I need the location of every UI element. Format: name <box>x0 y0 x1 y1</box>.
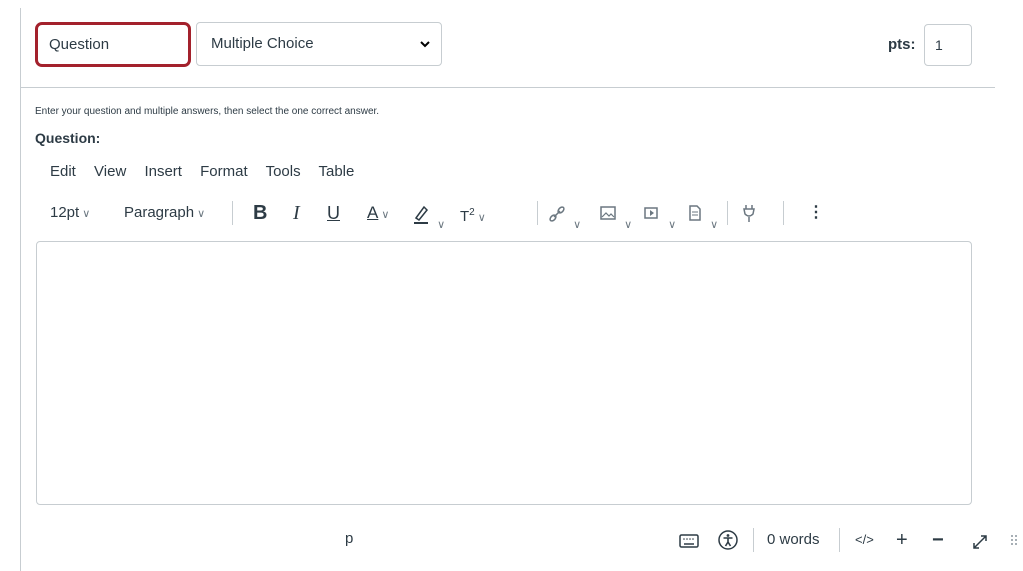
chevron-down-icon: ∨ <box>381 209 390 221</box>
expand-icon <box>971 535 989 556</box>
word-count[interactable]: 0 words <box>767 528 820 552</box>
image-button[interactable]: ∨ <box>599 198 633 231</box>
menu-table[interactable]: Table <box>319 163 355 180</box>
question-instructions: Enter your question and multiple answers… <box>35 106 380 117</box>
chevron-down-icon: ∨ <box>197 208 206 220</box>
block-format-value: Paragraph <box>124 204 195 221</box>
points-input[interactable] <box>924 24 972 66</box>
keyboard-icon <box>679 534 699 556</box>
question-type-select[interactable]: Multiple Choice <box>196 22 442 66</box>
chevron-down-icon: ∨ <box>82 208 91 220</box>
chevron-down-icon <box>419 23 431 82</box>
cropped-header <box>0 0 1023 8</box>
menu-edit[interactable]: Edit <box>50 163 76 180</box>
apps-plugin-icon <box>740 205 758 232</box>
question-left-border <box>20 8 21 571</box>
accessibility-checker-button[interactable] <box>717 528 739 552</box>
plus-icon: + <box>896 529 908 551</box>
editor-statusbar: p 0 words </> + − <box>36 520 1017 560</box>
italic-icon: I <box>293 202 300 224</box>
document-icon <box>687 205 707 232</box>
image-icon <box>599 206 621 232</box>
media-button[interactable]: ∨ <box>643 198 677 231</box>
highlight-color-button[interactable]: ∨ <box>412 198 446 231</box>
drag-handle-icon <box>1010 535 1018 556</box>
bold-icon: B <box>253 202 268 224</box>
underline-button[interactable]: U <box>327 198 340 228</box>
italic-button[interactable]: I <box>293 198 300 228</box>
superscript-icon: T2 <box>460 207 475 225</box>
minus-icon: − <box>932 529 944 551</box>
question-title-input[interactable] <box>35 22 191 67</box>
chevron-down-icon: ∨ <box>710 219 719 231</box>
apps-button[interactable] <box>740 198 758 228</box>
highlight-color-icon <box>412 205 434 232</box>
text-color-icon: A <box>367 203 379 222</box>
accessibility-icon <box>717 530 739 556</box>
document-button[interactable]: ∨ <box>687 198 719 231</box>
editor-menubar: Edit View Insert Format Tools Table <box>50 163 368 180</box>
toolbar-divider <box>232 201 233 225</box>
menu-view[interactable]: View <box>94 163 126 180</box>
link-icon <box>548 206 570 232</box>
statusbar-divider <box>753 528 754 552</box>
media-icon <box>643 207 665 232</box>
chevron-down-icon: ∨ <box>573 219 582 231</box>
font-size-value: 12pt <box>50 204 80 221</box>
superscript-button[interactable]: T2 ∨ <box>460 198 486 228</box>
menu-format[interactable]: Format <box>200 163 248 180</box>
chevron-down-icon: ∨ <box>437 219 446 231</box>
resize-handle[interactable] <box>1010 528 1018 552</box>
menu-insert[interactable]: Insert <box>144 163 182 180</box>
editor-toolbar: 12pt ∨ Paragraph ∨ B I U A ∨ ∨ T2 ∨ ∨ ∨ … <box>50 198 930 231</box>
toolbar-divider <box>537 201 538 225</box>
points-label: pts: <box>888 36 916 53</box>
toolbar-divider <box>783 201 784 225</box>
chevron-down-icon: ∨ <box>477 212 486 224</box>
question-text-editor[interactable] <box>36 241 972 505</box>
quiz-question-editor: Multiple Choice pts: Enter your question… <box>0 0 1023 571</box>
keyboard-shortcuts-button[interactable] <box>679 528 699 552</box>
block-format-dropdown[interactable]: Paragraph ∨ <box>124 198 205 228</box>
element-path[interactable]: p <box>345 530 353 547</box>
bold-button[interactable]: B <box>253 198 267 228</box>
question-type-value: Multiple Choice <box>211 35 314 52</box>
underline-icon: U <box>327 203 340 223</box>
more-options-icon: ⋮ <box>808 204 824 221</box>
question-label: Question: <box>35 130 101 146</box>
more-options-button[interactable]: ⋮ <box>808 198 824 228</box>
text-color-button[interactable]: A ∨ <box>367 198 389 228</box>
toolbar-divider <box>727 201 728 225</box>
link-button[interactable]: ∨ <box>548 198 582 231</box>
decrease-font-button[interactable]: − <box>932 528 944 552</box>
chevron-down-icon: ∨ <box>668 219 677 231</box>
font-size-dropdown[interactable]: 12pt ∨ <box>50 198 90 228</box>
statusbar-divider <box>839 528 840 552</box>
chevron-down-icon: ∨ <box>624 219 633 231</box>
increase-font-button[interactable]: + <box>896 528 908 552</box>
html-editor-toggle[interactable]: </> <box>855 528 874 552</box>
fullscreen-button[interactable] <box>971 528 989 552</box>
menu-tools[interactable]: Tools <box>266 163 301 180</box>
